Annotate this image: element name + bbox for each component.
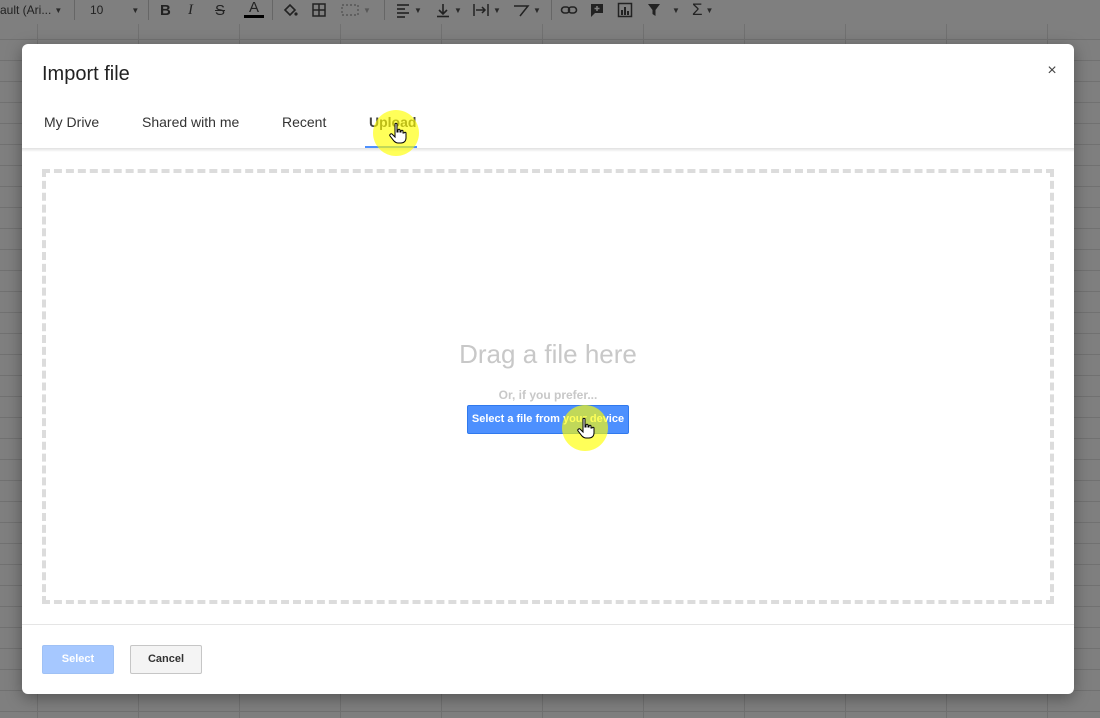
upload-drop-zone[interactable]: Drag a file here Or, if you prefer... Se…	[42, 169, 1054, 604]
footer-divider	[22, 624, 1074, 625]
source-tabs: My Drive Shared with me Recent Upload	[22, 106, 1074, 148]
select-button[interactable]: Select	[42, 645, 114, 674]
close-icon[interactable]: ×	[1044, 63, 1060, 79]
tabs-divider	[22, 148, 1074, 152]
hand-cursor-icon	[577, 417, 595, 439]
tab-recent[interactable]: Recent	[282, 114, 326, 130]
hand-cursor-icon	[389, 122, 407, 144]
tab-shared-with-me[interactable]: Shared with me	[142, 114, 239, 130]
cancel-button[interactable]: Cancel	[130, 645, 202, 674]
tab-my-drive[interactable]: My Drive	[44, 114, 99, 130]
import-file-dialog: Import file × My Drive Shared with me Re…	[22, 44, 1074, 694]
drop-zone-subtitle: Or, if you prefer...	[498, 388, 598, 402]
drop-zone-title: Drag a file here	[459, 339, 637, 369]
dialog-title: Import file	[42, 63, 130, 85]
